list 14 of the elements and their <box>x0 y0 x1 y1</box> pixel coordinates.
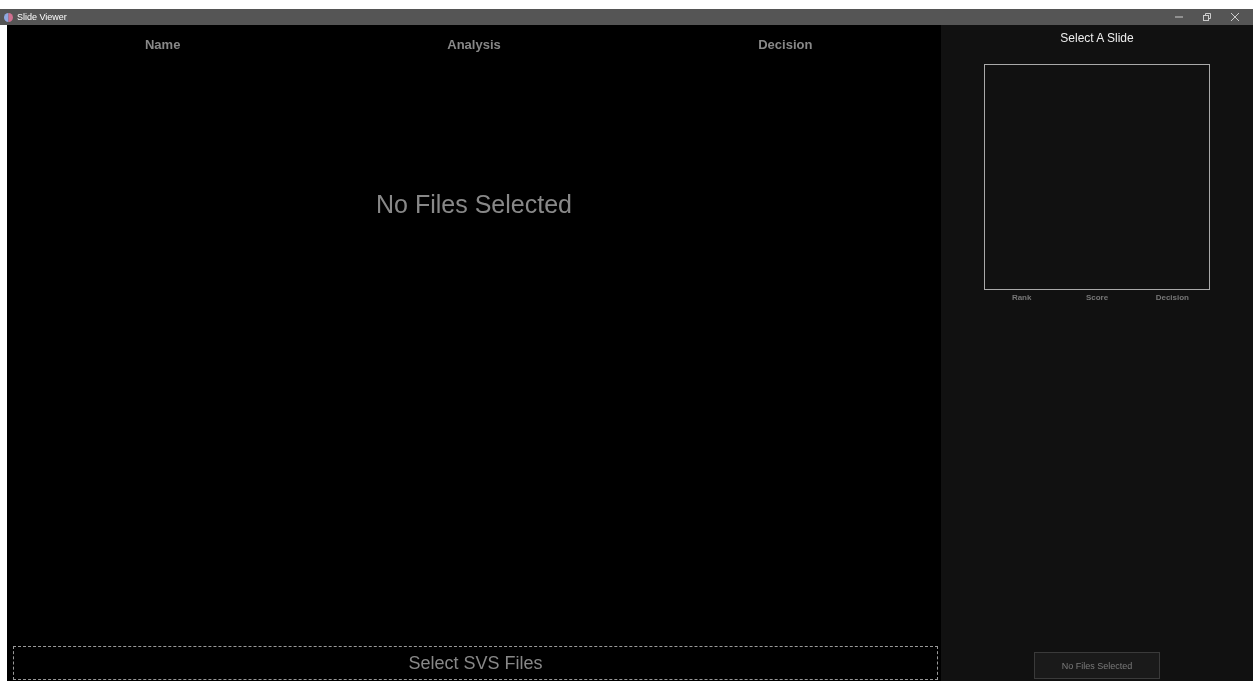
column-header: Score <box>1085 293 1109 302</box>
close-icon <box>1231 13 1239 21</box>
panel-title: Select A Slide <box>1060 31 1134 45</box>
app-icon <box>4 12 13 22</box>
column-header: Analysis <box>447 37 501 52</box>
minimize-icon <box>1175 13 1183 21</box>
select-files-button[interactable]: Select SVS Files <box>13 646 938 680</box>
column-header: Rank <box>1011 293 1032 302</box>
window-title: Slide Viewer <box>17 12 68 22</box>
column-header: Name <box>144 37 181 52</box>
column-header: Decision <box>1155 293 1189 302</box>
restore-icon <box>1203 13 1211 21</box>
empty-message: No Files Selected <box>376 190 572 219</box>
column-header: Decision <box>758 37 813 52</box>
